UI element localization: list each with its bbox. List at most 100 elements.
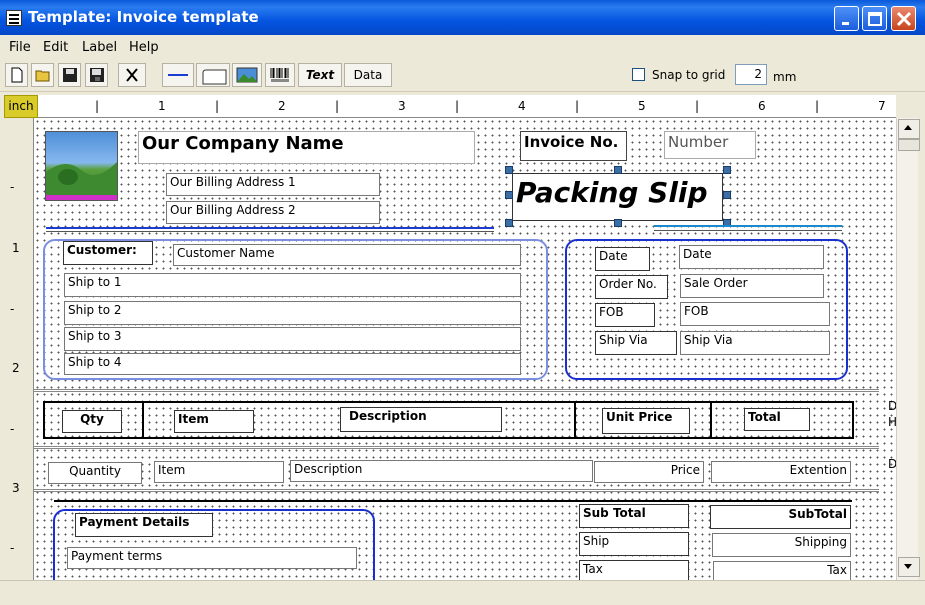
ship-via-value[interactable]: Ship Via xyxy=(680,331,830,355)
item-field[interactable]: Item xyxy=(154,461,284,483)
header-divider-line[interactable] xyxy=(46,227,494,229)
item-header[interactable]: Item xyxy=(174,410,254,433)
tax-label[interactable]: Tax xyxy=(579,560,689,580)
maximize-button[interactable] xyxy=(862,6,887,31)
ruler-tick: | xyxy=(95,99,100,113)
ruler-tick: 3 xyxy=(398,99,406,113)
footer-line[interactable] xyxy=(54,500,852,502)
header-divider-line[interactable] xyxy=(654,225,842,227)
payment-terms-field[interactable]: Payment terms xyxy=(67,547,357,569)
sub-total-label[interactable]: Sub Total xyxy=(579,504,689,528)
ship-to-2-field[interactable]: Ship to 2 xyxy=(64,301,521,325)
text-tool-button[interactable]: Text xyxy=(298,63,342,87)
data-tool-button[interactable]: Data xyxy=(344,63,392,87)
ship-value[interactable]: Shipping xyxy=(712,533,851,557)
ship-via-label[interactable]: Ship Via xyxy=(595,331,677,355)
status-bar xyxy=(0,580,925,605)
scroll-down-button[interactable] xyxy=(898,557,920,577)
vertical-scrollbar[interactable] xyxy=(896,118,920,580)
resize-handle[interactable] xyxy=(505,166,513,174)
description-header[interactable]: Description xyxy=(340,407,502,432)
extention-field[interactable]: Extention xyxy=(711,461,851,483)
label-canvas[interactable]: Our Company Name Our Billing Address 1 O… xyxy=(34,118,896,580)
arrow-up-icon xyxy=(904,125,912,130)
open-button[interactable] xyxy=(31,63,54,87)
date-label[interactable]: Date xyxy=(595,247,650,271)
customer-label[interactable]: Customer: xyxy=(63,241,153,265)
date-value[interactable]: Date xyxy=(679,245,824,269)
resize-handle[interactable] xyxy=(723,191,731,199)
billing-address-2-field[interactable]: Our Billing Address 2 xyxy=(166,201,380,224)
description-field[interactable]: Description xyxy=(290,460,593,482)
grid-unit-label: mm xyxy=(773,70,797,84)
document-title-field[interactable]: Packing Slip xyxy=(512,173,723,221)
qty-header[interactable]: Qty xyxy=(62,410,122,433)
snap-to-grid-checkbox[interactable] xyxy=(632,68,645,81)
new-file-button[interactable] xyxy=(5,63,28,87)
payment-details-label[interactable]: Payment Details xyxy=(75,513,213,537)
menu-help[interactable]: Help xyxy=(129,40,159,55)
ship-label[interactable]: Ship xyxy=(579,532,689,556)
scroll-thumb[interactable] xyxy=(898,139,920,151)
ruler-unit-selector[interactable]: inch xyxy=(4,95,38,118)
vertical-ruler: - 1 - 2 - 3 - xyxy=(4,118,34,580)
billing-address-1-field[interactable]: Our Billing Address 1 xyxy=(166,173,380,196)
quantity-field[interactable]: Quantity xyxy=(48,462,142,484)
rectangle-tool-button[interactable] xyxy=(196,63,230,87)
maximize-icon xyxy=(868,12,882,26)
minimize-button[interactable] xyxy=(834,6,859,31)
invoice-no-label[interactable]: Invoice No. xyxy=(520,131,627,161)
ship-to-3-field[interactable]: Ship to 3 xyxy=(64,327,521,351)
header-divider-line[interactable] xyxy=(654,230,842,231)
customer-name-field[interactable]: Customer Name xyxy=(173,244,521,266)
line-icon xyxy=(168,74,188,76)
resize-handle[interactable] xyxy=(614,219,622,227)
ruler-tick: 7 xyxy=(878,99,886,113)
fob-value[interactable]: FOB xyxy=(680,302,830,326)
price-field[interactable]: Price xyxy=(594,461,704,483)
column-divider xyxy=(574,401,576,439)
ruler-tick: 5 xyxy=(638,99,646,113)
close-button[interactable] xyxy=(891,6,916,31)
delete-button[interactable] xyxy=(118,63,146,87)
scroll-up-button[interactable] xyxy=(898,119,920,139)
band-marker: H xyxy=(888,415,896,429)
menu-label[interactable]: Label xyxy=(82,40,117,55)
sub-total-value[interactable]: SubTotal xyxy=(710,505,851,529)
rectangle-icon xyxy=(202,69,227,85)
band-marker: D xyxy=(888,399,896,413)
resize-handle[interactable] xyxy=(505,191,513,199)
menu-edit[interactable]: Edit xyxy=(43,40,68,55)
resize-handle[interactable] xyxy=(505,219,513,227)
header-divider-line[interactable] xyxy=(46,231,494,232)
band-separator[interactable] xyxy=(34,446,879,449)
fob-label[interactable]: FOB xyxy=(595,303,655,327)
ruler-tick: | xyxy=(455,99,460,113)
company-name-field[interactable]: Our Company Name xyxy=(138,131,475,164)
ship-to-4-field[interactable]: Ship to 4 xyxy=(64,353,521,375)
app-icon[interactable] xyxy=(6,10,22,26)
total-header[interactable]: Total xyxy=(744,408,810,431)
logo-image[interactable] xyxy=(45,131,118,201)
minimize-icon xyxy=(842,22,849,25)
ship-to-1-field[interactable]: Ship to 1 xyxy=(64,273,521,297)
tax-value[interactable]: Tax xyxy=(713,561,851,580)
ruler-tick: | xyxy=(815,99,820,113)
order-no-label[interactable]: Order No. xyxy=(595,275,668,299)
band-separator[interactable] xyxy=(34,389,879,392)
menu-file[interactable]: File xyxy=(9,40,31,55)
ruler-tick: 3 xyxy=(12,481,20,495)
image-tool-button[interactable] xyxy=(232,63,262,87)
image-icon xyxy=(236,67,258,83)
barcode-tool-button[interactable] xyxy=(265,63,295,87)
save-button[interactable] xyxy=(58,63,81,87)
resize-handle[interactable] xyxy=(723,166,731,174)
order-no-value[interactable]: Sale Order xyxy=(680,274,824,298)
unit-price-header[interactable]: Unit Price xyxy=(602,408,690,434)
grid-size-input[interactable]: 2 xyxy=(735,64,767,85)
resize-handle[interactable] xyxy=(614,166,622,174)
band-separator[interactable] xyxy=(34,489,879,492)
save-all-button[interactable] xyxy=(85,63,108,87)
invoice-no-value[interactable]: Number xyxy=(664,131,756,159)
line-tool-button[interactable] xyxy=(162,63,194,87)
